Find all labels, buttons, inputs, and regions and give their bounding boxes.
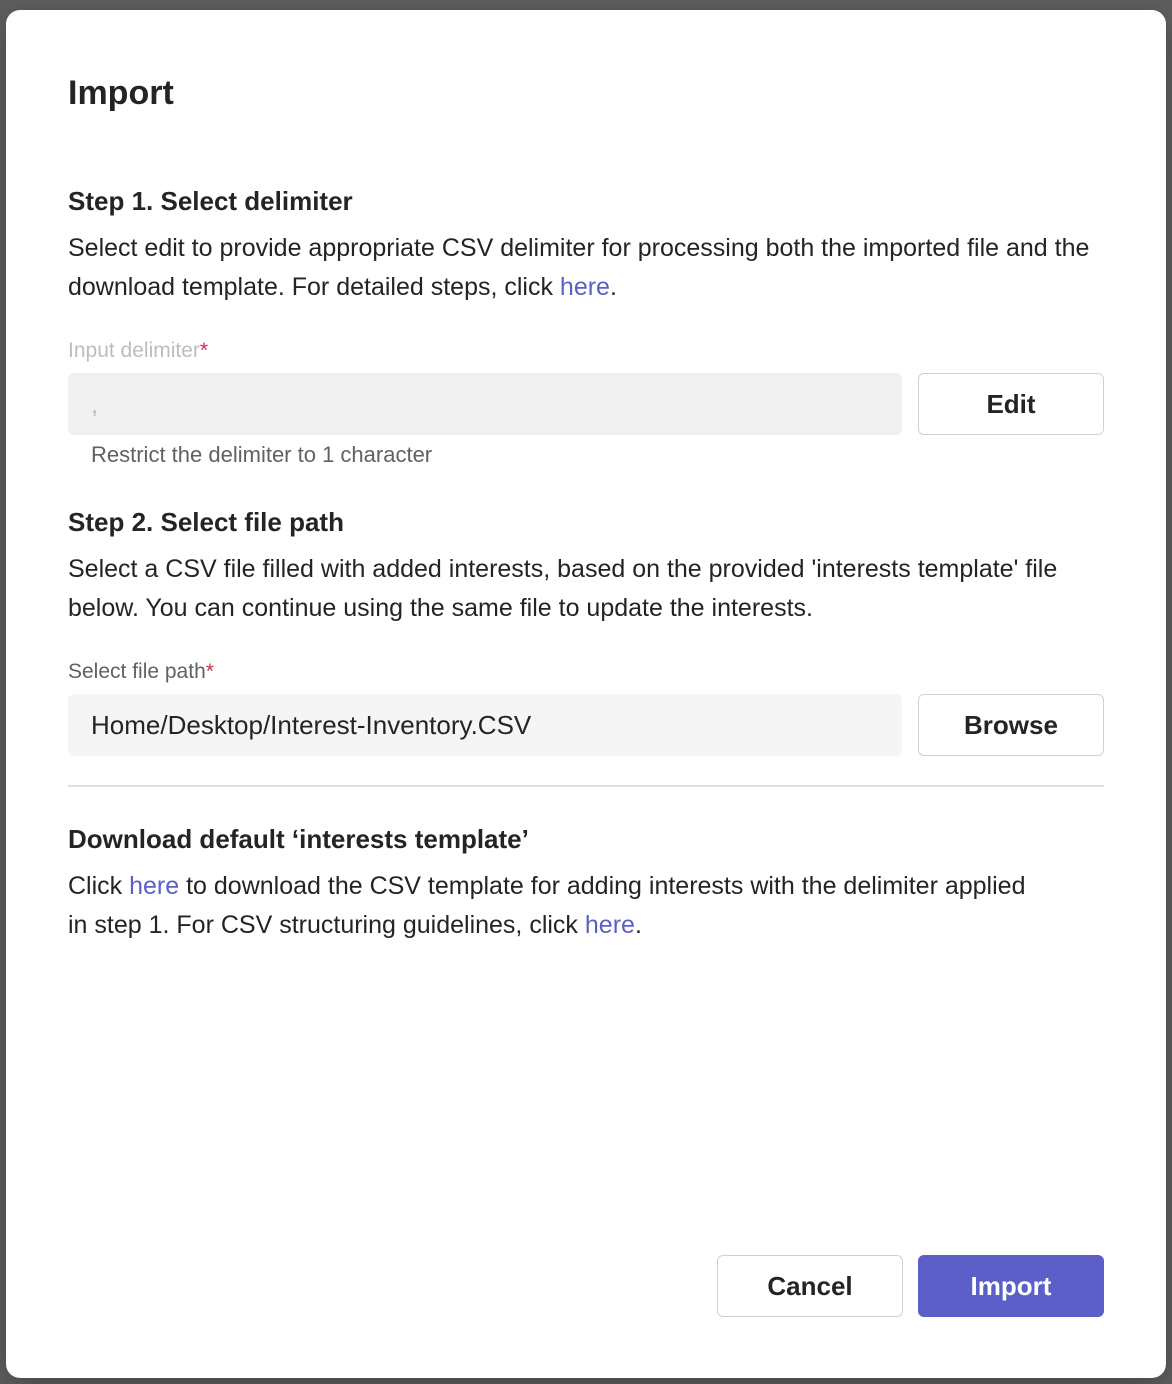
step2-heading: Step 2. Select file path	[68, 507, 344, 537]
browse-button[interactable]: Browse	[918, 694, 1104, 756]
delimiter-hint: Restrict the delimiter to 1 character	[91, 442, 433, 467]
download-text-3: .	[634, 911, 642, 939]
download-heading: Download default ‘interests template’	[68, 824, 529, 854]
file-path-label-text: Select file path	[68, 660, 206, 683]
delimiter-label-text: Input delimiter	[68, 339, 200, 362]
section-divider	[68, 785, 1104, 787]
dialog-title: Import	[68, 74, 174, 112]
file-path-value: Home/Desktop/Interest-Inventory.CSV	[91, 709, 532, 740]
download-template-link[interactable]: here	[129, 872, 179, 900]
step1-description: Select edit to provide appropriate CSV d…	[68, 229, 1108, 307]
step1-desc-end: .	[609, 273, 617, 301]
required-mark: *	[199, 339, 209, 362]
import-button[interactable]: Import	[918, 1255, 1104, 1317]
edit-button[interactable]: Edit	[918, 373, 1104, 435]
import-dialog: Import Step 1. Select delimiter Select e…	[6, 10, 1166, 1378]
file-path-input[interactable]: Home/Desktop/Interest-Inventory.CSV	[68, 694, 902, 756]
cancel-button[interactable]: Cancel	[717, 1255, 903, 1317]
guidelines-link[interactable]: here	[585, 911, 635, 939]
step1-here-link[interactable]: here	[560, 273, 610, 301]
file-path-label: Select file path*	[68, 660, 214, 684]
download-text-1: Click	[68, 872, 130, 900]
required-mark: *	[205, 660, 214, 683]
step2-description: Select a CSV file filled with added inte…	[68, 555, 1058, 622]
delimiter-value: ,	[91, 388, 99, 419]
download-text-2: to download the CSV template for adding …	[68, 872, 1026, 939]
delimiter-input[interactable]: ,	[68, 373, 902, 435]
delimiter-label: Input delimiter*	[68, 339, 208, 363]
download-description: Click here to download the CSV template …	[68, 867, 1048, 945]
step1-heading: Step 1. Select delimiter	[68, 186, 353, 216]
